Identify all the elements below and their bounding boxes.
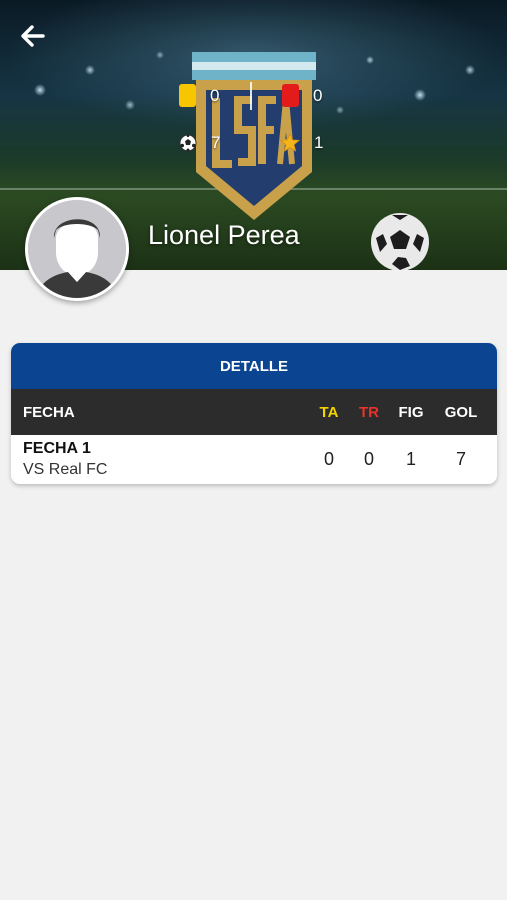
back-button[interactable] bbox=[18, 22, 48, 50]
match-opponent: VS Real FC bbox=[23, 461, 108, 478]
column-header-ta: TA bbox=[319, 403, 339, 421]
column-header-gol: GOL bbox=[444, 403, 478, 421]
column-header-fecha: FECHA bbox=[23, 403, 75, 421]
column-header-fig: FIG bbox=[398, 403, 424, 421]
yellow-card-icon bbox=[179, 84, 196, 107]
stats-divider bbox=[250, 82, 252, 110]
arrow-left-icon bbox=[21, 25, 45, 47]
figure-count: 1 bbox=[314, 133, 324, 152]
goals-count: 7 bbox=[211, 133, 221, 152]
detail-header-row: FECHA TA TR FIG GOL bbox=[11, 389, 497, 435]
player-name: Lionel Perea bbox=[148, 220, 300, 250]
match-date-label: FECHA 1 bbox=[23, 440, 91, 457]
column-header-tr: TR bbox=[359, 403, 379, 421]
row-ta-value: 0 bbox=[323, 449, 334, 469]
soccer-ball-icon bbox=[179, 134, 197, 152]
row-gol-value: 7 bbox=[455, 449, 466, 469]
star-icon bbox=[280, 133, 300, 152]
goals-stat: 7 bbox=[179, 133, 220, 153]
detail-table: DETALLE FECHA TA TR FIG GOL FECHA 1 VS R… bbox=[11, 343, 497, 484]
red-cards-count: 0 bbox=[313, 85, 323, 105]
yellow-cards-count: 0 bbox=[210, 85, 220, 105]
avatar[interactable] bbox=[25, 197, 129, 301]
table-row[interactable]: FECHA 1 VS Real FC 0 0 1 7 bbox=[11, 435, 497, 484]
red-card-icon bbox=[282, 84, 299, 107]
row-tr-value: 0 bbox=[363, 449, 374, 469]
person-silhouette-icon bbox=[28, 200, 126, 298]
yellow-cards-stat: 0 bbox=[179, 84, 219, 107]
row-fig-value: 1 bbox=[405, 449, 416, 469]
detail-title: DETALLE bbox=[11, 343, 497, 389]
red-cards-stat: 0 bbox=[282, 84, 322, 107]
soccer-ball-decoration-icon bbox=[371, 213, 429, 270]
figure-stat: 1 bbox=[280, 133, 323, 153]
